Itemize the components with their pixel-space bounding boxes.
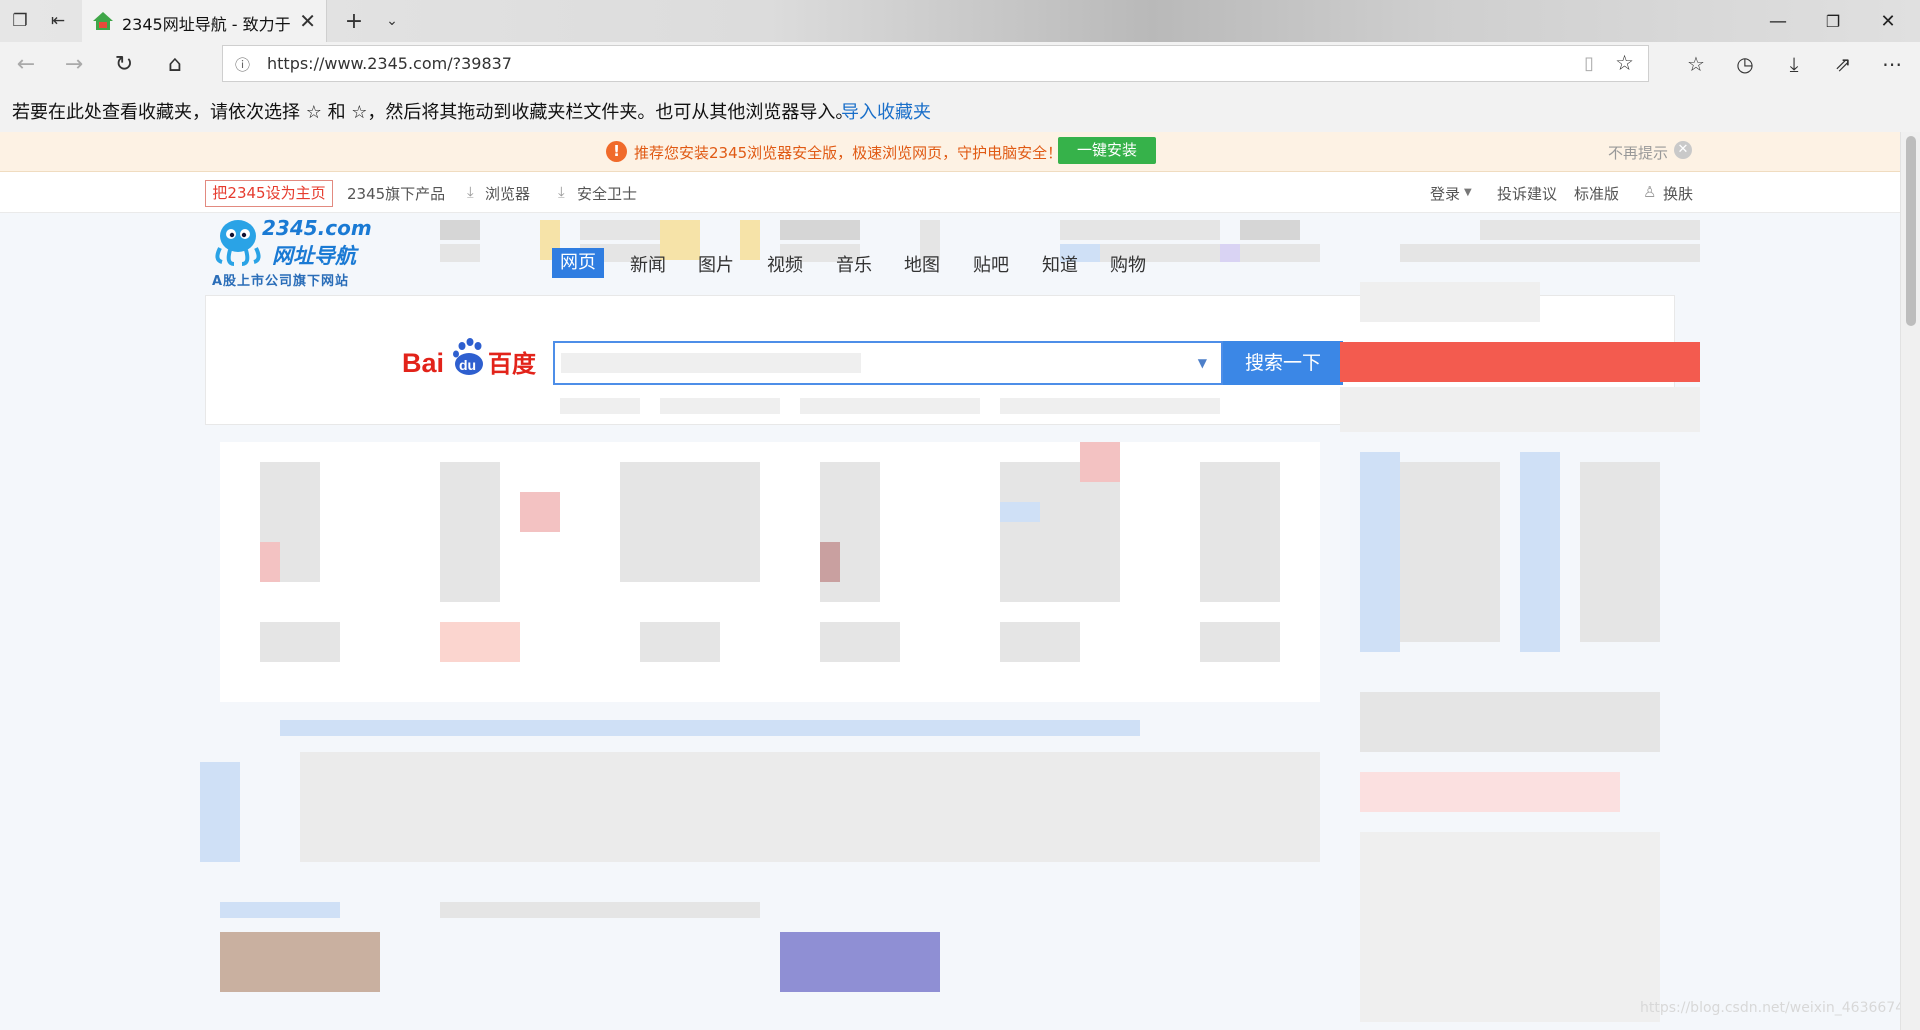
import-favorites-link[interactable]: 导入收藏夹 bbox=[841, 98, 931, 124]
info-icon[interactable]: ⓘ bbox=[235, 54, 250, 75]
home-icon[interactable]: ⌂ bbox=[161, 51, 189, 77]
search-tab-news[interactable]: 新闻 bbox=[630, 251, 666, 277]
shirt-icon: ♙ bbox=[1643, 183, 1657, 201]
search-tab-shopping[interactable]: 购物 bbox=[1110, 251, 1146, 277]
search-input[interactable]: ▼ bbox=[553, 341, 1223, 385]
logo-tagline: A股上市公司旗下网站 bbox=[212, 274, 350, 289]
security-link[interactable]: 安全卫士 bbox=[577, 183, 637, 204]
dismiss-link[interactable]: 不再提示 bbox=[1608, 142, 1668, 163]
logo-brand: 2345.com bbox=[262, 216, 372, 240]
search-tab-tieba[interactable]: 贴吧 bbox=[973, 251, 1009, 277]
install-button[interactable]: 一键安装 bbox=[1058, 137, 1156, 164]
forward-icon[interactable]: → bbox=[60, 51, 88, 77]
products-link[interactable]: 2345旗下产品 bbox=[347, 183, 445, 204]
url-text: https://www.2345.com/?39837 bbox=[267, 54, 512, 73]
caret-down-icon: ▼ bbox=[1464, 187, 1472, 198]
search-button[interactable]: 搜索一下 bbox=[1223, 341, 1343, 385]
favorites-hint-bar: 若要在此处查看收藏夹，请依次选择 ☆ 和 ☆，然后将其拖动到收藏夹栏文件夹。也可… bbox=[0, 86, 1920, 133]
site-logo[interactable]: 2345.com 网址导航 A股上市公司旗下网站 bbox=[210, 214, 372, 290]
set-homepage-button[interactable]: 把2345设为主页 bbox=[205, 180, 333, 207]
login-link[interactable]: 登录 bbox=[1430, 183, 1460, 204]
address-bar[interactable]: ⓘ https://www.2345.com/?39837 ▯ ☆ bbox=[222, 45, 1649, 82]
logo-name: 网址导航 bbox=[272, 244, 356, 268]
new-tab-icon[interactable]: + bbox=[340, 9, 368, 34]
skin-link[interactable]: 换肤 bbox=[1663, 183, 1693, 204]
tab-title: 2345网址导航 - 致力于打 bbox=[122, 15, 290, 34]
svg-text:百度: 百度 bbox=[488, 350, 537, 378]
alert-icon: ! bbox=[606, 141, 627, 162]
watermark-text: https://blog.csdn.net/weixin_46366744 bbox=[1640, 1000, 1900, 1016]
baidu-paw-icon: Bai du 百度 bbox=[402, 338, 537, 378]
notice-text: 推荐您安装2345浏览器安全版，极速浏览网页，守护电脑安全！ bbox=[634, 144, 1063, 162]
search-tab-video[interactable]: 视频 bbox=[767, 251, 803, 277]
share-icon[interactable]: ⇗ bbox=[1829, 51, 1857, 77]
search-tab-web[interactable]: 网页 bbox=[552, 248, 604, 278]
download-icon[interactable]: ⤓ bbox=[1780, 51, 1808, 77]
history-icon[interactable]: ◷ bbox=[1731, 51, 1759, 77]
download-icon: ⤓ bbox=[467, 183, 474, 201]
reading-view-icon[interactable]: ▯ bbox=[1584, 53, 1594, 74]
navigation-bar: ← → ↻ ⌂ ⓘ https://www.2345.com/?39837 ▯ … bbox=[0, 42, 1920, 86]
restore-button[interactable]: ❐ bbox=[1810, 6, 1856, 36]
octopus-mascot-icon bbox=[215, 220, 261, 266]
scrollbar-thumb[interactable] bbox=[1906, 136, 1916, 326]
search-tab-images[interactable]: 图片 bbox=[698, 251, 734, 277]
chevron-down-icon[interactable]: ⌄ bbox=[378, 9, 406, 33]
chevron-down-icon[interactable]: ▼ bbox=[1198, 356, 1207, 370]
search-tab-map[interactable]: 地图 bbox=[904, 251, 940, 277]
more-icon[interactable]: ⋯ bbox=[1878, 51, 1906, 77]
minimize-button[interactable]: — bbox=[1755, 6, 1801, 36]
close-window-button[interactable]: ✕ bbox=[1865, 6, 1911, 36]
download-icon: ⤓ bbox=[558, 183, 565, 201]
tab-actions-icon[interactable]: ❐ bbox=[6, 9, 34, 33]
site-favicon bbox=[93, 12, 113, 30]
search-tab-music[interactable]: 音乐 bbox=[836, 251, 872, 277]
close-notice-icon[interactable]: ✕ bbox=[1674, 141, 1692, 159]
page-content: ! 推荐您安装2345浏览器安全版，极速浏览网页，守护电脑安全！ 一键安装 不再… bbox=[0, 132, 1900, 1030]
browser-link[interactable]: 浏览器 bbox=[485, 183, 530, 204]
baidu-logo: Bai du 百度 bbox=[402, 334, 542, 384]
feedback-link[interactable]: 投诉建议 bbox=[1497, 183, 1557, 204]
refresh-icon[interactable]: ↻ bbox=[110, 51, 138, 77]
svg-text:du: du bbox=[459, 357, 476, 373]
svg-text:Bai: Bai bbox=[402, 348, 444, 378]
browser-tab[interactable]: 2345网址导航 - 致力于打 ✕ bbox=[82, 0, 327, 42]
title-bar: ❐ ⇤ 2345网址导航 - 致力于打 ✕ + ⌄ — ❐ ✕ bbox=[0, 0, 1920, 42]
page-scrollbar[interactable] bbox=[1900, 132, 1920, 1030]
close-tab-icon[interactable]: ✕ bbox=[299, 9, 316, 33]
standard-version-link[interactable]: 标准版 bbox=[1574, 183, 1619, 204]
install-notice-bar: ! 推荐您安装2345浏览器安全版，极速浏览网页，守护电脑安全！ 一键安装 不再… bbox=[0, 132, 1900, 172]
favorites-hint-text: 若要在此处查看收藏夹，请依次选择 ☆ 和 ☆，然后将其拖动到收藏夹栏文件夹。也可… bbox=[12, 102, 854, 123]
top-links-bar: 把2345设为主页 2345旗下产品 ⤓ 浏览器 ⤓ 安全卫士 登录 ▼ 投诉建… bbox=[0, 172, 1900, 213]
favorites-hub-icon[interactable]: ☆ bbox=[1682, 51, 1710, 77]
set-tabs-aside-icon[interactable]: ⇤ bbox=[44, 9, 72, 33]
back-icon[interactable]: ← bbox=[12, 51, 40, 77]
search-tab-zhidao[interactable]: 知道 bbox=[1042, 251, 1078, 277]
favorite-star-icon[interactable]: ☆ bbox=[1615, 51, 1634, 75]
